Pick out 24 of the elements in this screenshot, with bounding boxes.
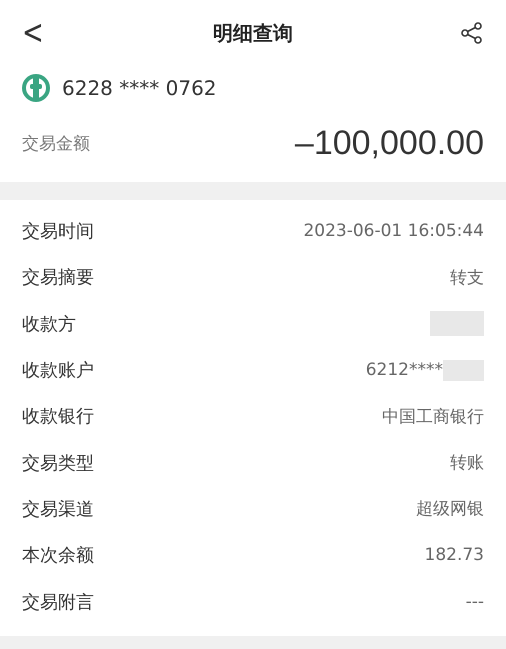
detail-value: 转账 [450,452,484,474]
detail-value: 中国工商银行 [382,406,484,428]
detail-value: 182.73 [424,545,484,566]
amount-value: –100,000.00 [294,124,484,162]
detail-label: 交易附言 [22,590,94,614]
detail-label: 收款账户 [22,359,94,382]
detail-value: 6212**** [366,360,443,380]
share-icon[interactable] [460,21,484,45]
detail-value: 超级网银 [416,498,484,520]
card-number: 6228 **** 0762 [62,76,217,100]
detail-label: 收款银行 [22,405,94,428]
page-title: 明细查询 [213,20,293,46]
detail-label: 收款方 [22,312,76,336]
detail-value: 2023-06-01 16:05:44 [303,221,484,242]
detail-value: 转支 [450,266,484,289]
detail-label: 交易时间 [22,220,94,244]
bank-logo-icon [22,74,50,102]
detail-label: 交易摘要 [22,266,94,290]
detail-value: --- [466,592,484,612]
detail-label: 交易类型 [22,452,94,475]
back-button[interactable]: < [22,14,44,52]
amount-label: 交易金额 [22,132,90,154]
detail-label: 本次余额 [22,544,94,568]
detail-label: 交易渠道 [22,498,94,521]
